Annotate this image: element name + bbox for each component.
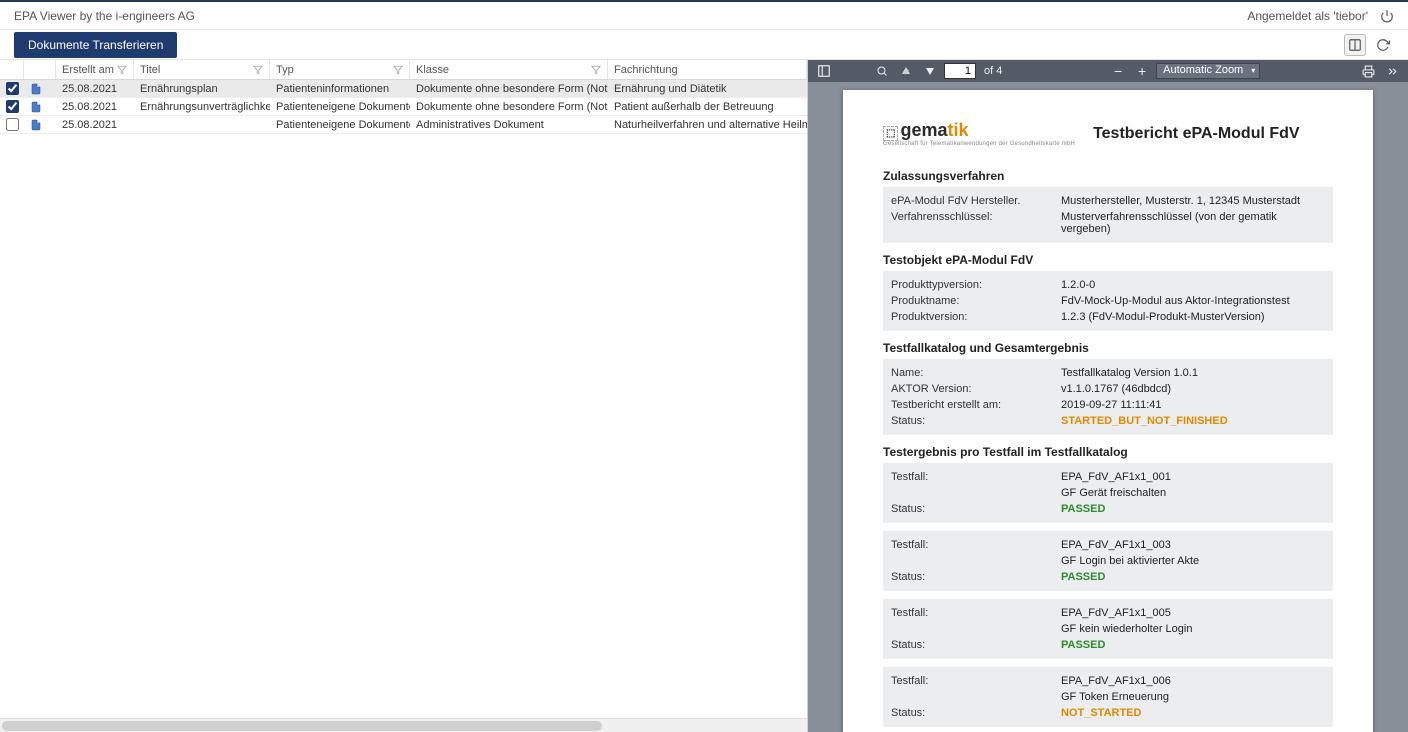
filter-icon[interactable]: [591, 65, 601, 75]
table-row[interactable]: 25.08.2021 Patienteneigene DokumenteAdmin…: [0, 116, 807, 134]
horizontal-scrollbar[interactable]: [0, 718, 807, 732]
section-katalog-title: Testfallkatalog und Gesamtergebnis: [883, 341, 1333, 355]
cell-class: Administratives Dokument: [410, 116, 608, 133]
transfer-documents-button[interactable]: Dokumente Transferieren: [14, 32, 177, 58]
filter-icon[interactable]: [117, 65, 127, 75]
testcase-block: Testfall:EPA_FdV_AF1x1_003GF Login bei a…: [883, 531, 1333, 591]
pdf-scroll-area[interactable]: ⬚gematik Gesellschaft für Telematikanwen…: [808, 82, 1408, 732]
kv-key: Testbericht erstellt am:: [891, 399, 1061, 411]
search-icon[interactable]: [872, 62, 892, 80]
col-created[interactable]: Erstellt am: [56, 60, 134, 79]
kv-value: Musterhersteller, Musterstr. 1, 12345 Mu…: [1061, 195, 1325, 207]
kv-value: FdV-Mock-Up-Modul aus Aktor-Integrations…: [1061, 295, 1325, 307]
sidebar-toggle-icon[interactable]: [814, 62, 834, 80]
refresh-icon[interactable]: [1372, 34, 1394, 56]
gematik-logo: ⬚gematik: [883, 120, 969, 140]
filter-icon[interactable]: [253, 65, 263, 75]
cell-created: 25.08.2021: [56, 98, 134, 115]
layout-toggle-icon[interactable]: [1344, 34, 1366, 56]
cell-type: Patienteneigene Dokumente: [270, 98, 410, 115]
app-title: EPA Viewer by the i-engineers AG: [14, 9, 195, 23]
page-number-input[interactable]: [944, 63, 976, 79]
cell-created: 25.08.2021: [56, 80, 134, 97]
cell-class: Dokumente ohne besondere Form (Notizen): [410, 80, 608, 97]
document-icon: [30, 83, 42, 95]
col-class[interactable]: Klasse: [410, 60, 608, 79]
col-type[interactable]: Typ: [270, 60, 410, 79]
print-icon[interactable]: [1358, 62, 1378, 80]
pdf-toolbar: of 4 − + Automatic Zoom ▾: [808, 60, 1408, 82]
kv-key: Name:: [891, 367, 1061, 379]
zoom-select[interactable]: Automatic Zoom ▾: [1156, 63, 1260, 79]
zoom-out-icon[interactable]: −: [1108, 62, 1128, 80]
tools-icon[interactable]: [1382, 62, 1402, 80]
cell-title: Ernährungsplan: [134, 80, 270, 97]
kv-value: Testfallkatalog Version 1.0.1: [1061, 367, 1325, 379]
document-preview-panel: of 4 − + Automatic Zoom ▾ ⬚gemati: [808, 60, 1408, 732]
pdf-page: ⬚gematik Gesellschaft für Telematikanwen…: [843, 90, 1373, 732]
row-checkbox[interactable]: [6, 82, 19, 95]
document-icon: [30, 119, 42, 131]
kv-value: Musterverfahrensschlüssel (von der gemat…: [1061, 211, 1325, 235]
testcase-block: Testfall:EPA_FdV_AF1x1_006GF Token Erneu…: [883, 667, 1333, 727]
cell-fachrichtung: Naturheilverfahren und alternative Heilm…: [608, 116, 807, 133]
col-checkbox: [0, 60, 24, 79]
gematik-logo-subtitle: Gesellschaft für Telematikanwendungen de…: [883, 141, 1075, 147]
kv-key: Produkttypversion:: [891, 279, 1061, 291]
section-zulassung-title: Zulassungsverfahren: [883, 169, 1333, 183]
section-testobjekt-title: Testobjekt ePA-Modul FdV: [883, 253, 1333, 267]
kv-key: Produktversion:: [891, 311, 1061, 323]
kv-value: STARTED_BUT_NOT_FINISHED: [1061, 415, 1325, 427]
kv-value: 1.2.0-0: [1061, 279, 1325, 291]
cell-type: Patienteninformationen: [270, 80, 410, 97]
kv-key: AKTOR Version:: [891, 383, 1061, 395]
row-checkbox[interactable]: [6, 118, 19, 131]
kv-value: 1.2.3 (FdV-Modul-Produkt-MusterVersion): [1061, 311, 1325, 323]
zoom-in-icon[interactable]: +: [1132, 62, 1152, 80]
testcase-block: Testfall:EPA_FdV_AF1x1_001GF Gerät freis…: [883, 463, 1333, 523]
col-title[interactable]: Titel: [134, 60, 270, 79]
cell-class: Dokumente ohne besondere Form (Notizen): [410, 98, 608, 115]
row-checkbox[interactable]: [6, 100, 19, 113]
cell-fachrichtung: Patient außerhalb der Betreuung: [608, 98, 807, 115]
cell-type: Patienteneigene Dokumente: [270, 116, 410, 133]
logged-in-label: Angemeldet als 'tiebor': [1247, 9, 1368, 23]
document-icon: [30, 101, 42, 113]
col-doc-icon: [24, 60, 56, 79]
cell-title: [134, 116, 270, 133]
document-list-panel: Erstellt am Titel Typ Klasse Fachrichtun…: [0, 60, 808, 732]
table-row[interactable]: 25.08.2021ErnährungsplanPatienteninforma…: [0, 80, 807, 98]
table-header: Erstellt am Titel Typ Klasse Fachrichtun…: [0, 60, 807, 80]
prev-page-icon[interactable]: [896, 62, 916, 80]
cell-fachrichtung: Ernährung und Diätetik: [608, 80, 807, 97]
cell-title: Ernährungsunverträglichkeit: [134, 98, 270, 115]
logout-icon[interactable]: [1380, 9, 1394, 23]
kv-key: Produktname:: [891, 295, 1061, 307]
page-total-label: of 4: [984, 65, 1002, 77]
pdf-document-title: Testbericht ePA-Modul FdV: [1093, 125, 1300, 143]
next-page-icon[interactable]: [920, 62, 940, 80]
section-ergebnis-title: Testergebnis pro Testfall im Testfallkat…: [883, 445, 1333, 459]
testcase-block: Testfall:EPA_FdV_AF1x1_005GF kein wieder…: [883, 599, 1333, 659]
col-fachrichtung[interactable]: Fachrichtung: [608, 60, 807, 79]
kv-key: Verfahrensschlüssel:: [891, 211, 1061, 235]
kv-key: Status:: [891, 415, 1061, 427]
kv-key: ePA-Modul FdV Hersteller.: [891, 195, 1061, 207]
cell-created: 25.08.2021: [56, 116, 134, 133]
table-row[interactable]: 25.08.2021ErnährungsunverträglichkeitPat…: [0, 98, 807, 116]
filter-icon[interactable]: [393, 65, 403, 75]
kv-value: 2019-09-27 11:11:41: [1061, 399, 1325, 411]
kv-value: v1.1.0.1767 (46dbdcd): [1061, 383, 1325, 395]
